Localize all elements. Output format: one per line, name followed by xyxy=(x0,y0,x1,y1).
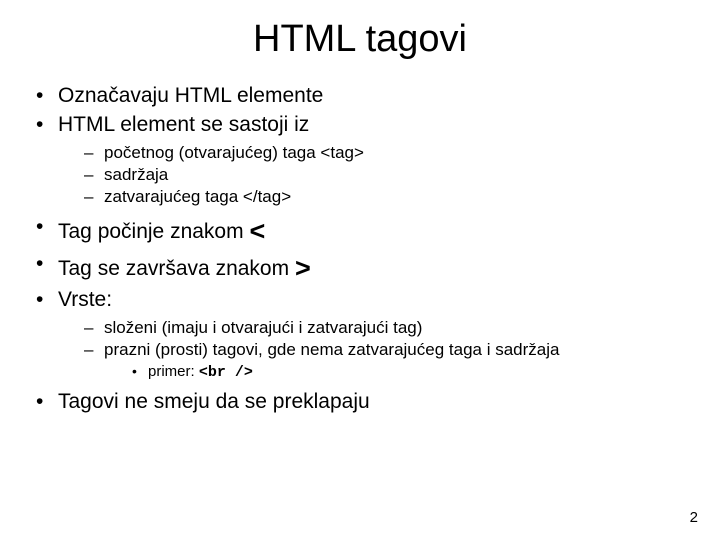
list-item-text: Vrste: xyxy=(58,288,112,311)
slide-title: HTML tagovi xyxy=(30,18,690,61)
list-item: Tag se završava znakom > xyxy=(30,251,690,286)
bullet-list-level1: Označavaju HTML elemente HTML element se… xyxy=(30,83,690,416)
symbol-greater-than: > xyxy=(295,253,311,283)
page-number: 2 xyxy=(690,509,698,526)
list-item: sadržaja xyxy=(58,164,690,186)
list-item-text: primer: xyxy=(148,363,199,380)
list-item-text: Tag počinje znakom xyxy=(58,220,249,243)
list-item: složeni (imaju i otvarajući i zatvarajuć… xyxy=(58,317,690,339)
list-item-text: prazni (prosti) tagovi, gde nema zatvara… xyxy=(104,340,559,359)
bullet-list-level3: primer: <br /> xyxy=(104,362,690,383)
list-item-text: Tag se završava znakom xyxy=(58,257,295,280)
bullet-list-level2: složeni (imaju i otvarajući i zatvarajuć… xyxy=(58,317,690,383)
list-item: prazni (prosti) tagovi, gde nema zatvara… xyxy=(58,339,690,383)
code-sample: <br /> xyxy=(199,364,253,381)
list-item: HTML element se sastoji iz početnog (otv… xyxy=(30,112,690,208)
list-item: Tagovi ne smeju da se preklapaju xyxy=(30,389,690,416)
list-item-text: HTML element se sastoji iz xyxy=(58,113,309,136)
bullet-list-level2: početnog (otvarajućeg) taga <tag> sadrža… xyxy=(58,142,690,208)
list-item: početnog (otvarajućeg) taga <tag> xyxy=(58,142,690,164)
list-item: zatvarajućeg taga </tag> xyxy=(58,186,690,208)
list-item: Označavaju HTML elemente xyxy=(30,83,690,110)
list-item: Tag počinje znakom < xyxy=(30,214,690,249)
list-item: Vrste: složeni (imaju i otvarajući i zat… xyxy=(30,287,690,383)
list-item: primer: <br /> xyxy=(104,362,690,383)
symbol-less-than: < xyxy=(249,216,265,246)
